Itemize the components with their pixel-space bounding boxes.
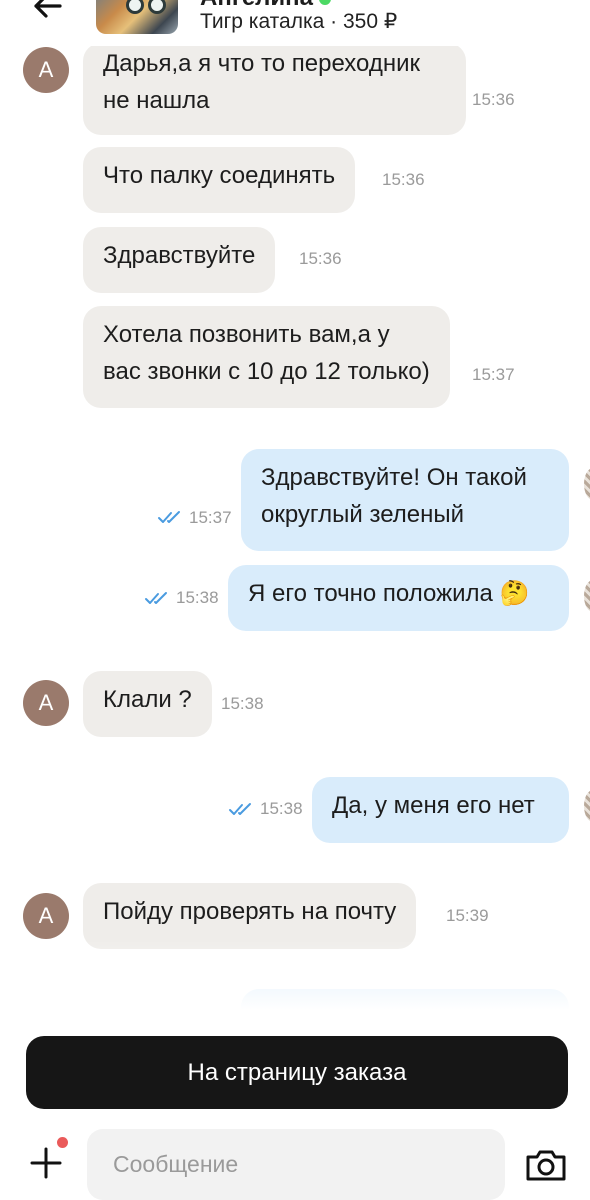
message-text-line: Хотела позвонить вам,а у xyxy=(103,321,390,348)
message-text-line: вас звонки с 10 до 12 только) xyxy=(103,358,430,385)
avatar: А xyxy=(23,680,69,726)
avatar: А xyxy=(23,893,69,939)
double-check-icon xyxy=(229,803,251,815)
message-incoming[interactable]: Что палку соединять xyxy=(83,147,356,213)
message-input[interactable] xyxy=(87,1129,505,1200)
message-incoming[interactable]: Здравствуйте xyxy=(83,227,276,293)
notification-dot xyxy=(57,1137,68,1148)
scroll-fade xyxy=(0,940,590,1010)
online-indicator xyxy=(319,0,332,5)
sender-avatar-peek xyxy=(584,580,590,612)
product-thumbnail[interactable] xyxy=(96,0,178,34)
message-text-line: Здравствуйте xyxy=(103,242,256,269)
camera-icon[interactable] xyxy=(524,1147,568,1183)
message-text-line: Здравствуйте! Он такой xyxy=(261,464,527,491)
message-bubble: Здравствуйте! Он такой округлый зеленый xyxy=(241,449,569,551)
message-text-line: Дарья,а я что то переходник xyxy=(103,50,421,77)
order-page-button[interactable]: На страницу заказа xyxy=(26,1036,568,1109)
message-outgoing[interactable]: Здравствуйте! Он такой округлый зеленый xyxy=(241,449,569,551)
message-text-line: не нашла xyxy=(103,87,210,114)
message-text-line: Клали ? xyxy=(103,686,192,713)
message-time: 15:38 xyxy=(176,588,219,607)
message-bubble: Клали ? xyxy=(83,671,212,737)
chat-header: Ангелина Тигр каталка · 350 ₽ xyxy=(0,0,590,46)
message-bubble: Что палку соединять xyxy=(83,147,356,213)
message-text-line: Пойду проверять на почту xyxy=(103,898,397,925)
message-time: 15:37 xyxy=(472,365,515,384)
bottom-bar: На страницу заказа xyxy=(0,1010,590,1200)
message-time: 15:36 xyxy=(472,90,515,109)
message-bubble: Я его точно положила 🤔 xyxy=(228,565,569,631)
double-check-icon xyxy=(158,511,180,523)
message-incoming[interactable]: Дарья,а я что то переходник не нашла xyxy=(83,43,466,135)
message-bubble: Хотела позвонить вам,а у вас звонки с 10… xyxy=(83,306,450,408)
message-time: 15:38 xyxy=(221,694,264,713)
message-bubble: Здравствуйте xyxy=(83,227,276,293)
sender-avatar-peek xyxy=(584,468,590,500)
message-outgoing[interactable]: Я его точно положила 🤔 xyxy=(228,565,569,631)
back-arrow-icon[interactable] xyxy=(30,0,66,24)
avatar: А xyxy=(23,47,69,93)
message-time: 15:36 xyxy=(382,170,425,189)
plus-icon[interactable] xyxy=(28,1145,64,1181)
message-text-line: округлый зеленый xyxy=(261,501,465,528)
message-text-line: Я его точно положила 🤔 xyxy=(248,580,530,607)
double-check-icon xyxy=(145,592,167,604)
message-bubble: Да, у меня его нет xyxy=(312,777,569,843)
product-info[interactable]: Тигр каталка · 350 ₽ xyxy=(200,9,397,34)
message-text-line: Что палку соединять xyxy=(103,162,336,189)
message-time: 15:38 xyxy=(260,799,303,818)
message-outgoing[interactable]: Да, у меня его нет xyxy=(312,777,569,843)
message-time: 15:37 xyxy=(189,508,232,527)
sender-avatar-peek xyxy=(584,790,590,822)
message-time: 15:36 xyxy=(299,249,342,268)
message-time: 15:39 xyxy=(446,906,489,925)
message-bubble: Дарья,а я что то переходник не нашла xyxy=(83,43,466,135)
message-text-line: Да, у меня его нет xyxy=(332,792,535,819)
message-incoming[interactable]: Хотела позвонить вам,а у вас звонки с 10… xyxy=(83,306,450,408)
message-incoming[interactable]: Клали ? xyxy=(83,671,212,737)
